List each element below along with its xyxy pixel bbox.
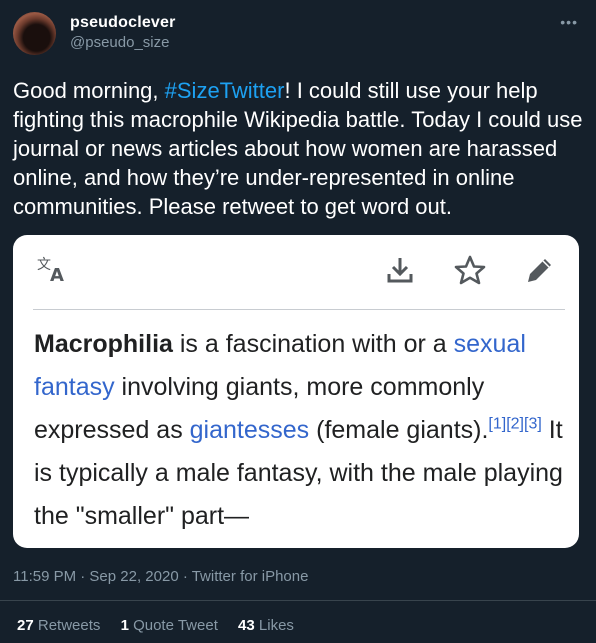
svg-text:A: A [50, 265, 64, 285]
more-horizontal-icon: ••• [560, 14, 578, 30]
tweet-text-segment: Good morning, [13, 78, 165, 103]
edit-pencil-icon[interactable] [523, 253, 557, 287]
tweet-stats: 27 Retweets 1 Quote Tweet 43 Likes [17, 617, 310, 634]
wiki-toolbar: 文 A [33, 253, 565, 287]
more-options-button[interactable]: ••• [560, 14, 578, 30]
author-display-name[interactable]: pseudoclever [70, 14, 176, 32]
likes-count: 43 [238, 617, 255, 634]
quote-tweets-label: Quote Tweet [133, 617, 218, 634]
stats-divider [0, 600, 596, 601]
article-term: Macrophilia [34, 330, 173, 358]
svg-text:文: 文 [37, 257, 51, 273]
retweets-label: Retweets [37, 617, 101, 634]
quote-tweets-stat[interactable]: 1 Quote Tweet [121, 617, 218, 634]
likes-label: Likes [258, 617, 294, 634]
hashtag-link[interactable]: #SizeTwitter [165, 78, 285, 103]
download-icon[interactable] [383, 253, 417, 287]
attached-image-card[interactable]: 文 A Macrophilia is a fascination with or… [13, 235, 579, 548]
tweet-text: Good morning, #SizeTwitter! I could stil… [13, 76, 583, 221]
wiki-link-giantesses[interactable]: giantesses [190, 416, 310, 444]
article-text-segment: (female giants). [309, 416, 489, 444]
translate-icon[interactable]: 文 A [33, 253, 73, 287]
author-handle[interactable]: @pseudo_size [70, 34, 169, 51]
likes-stat[interactable]: 43 Likes [238, 617, 294, 634]
avatar[interactable] [13, 12, 56, 55]
retweets-count: 27 [17, 617, 34, 634]
wiki-article-text: Macrophilia is a fascination with or a s… [34, 323, 564, 538]
citation-links[interactable]: [1][2][3] [488, 416, 541, 433]
quote-tweets-count: 1 [120, 617, 129, 634]
tweet-timestamp[interactable]: 11:59 PM · Sep 22, 2020 · Twitter for iP… [13, 568, 308, 585]
retweets-stat[interactable]: 27 Retweets [17, 617, 100, 634]
toolbar-divider [33, 309, 565, 310]
star-icon[interactable] [453, 253, 487, 287]
article-text-segment: is a fascination with or a [172, 330, 454, 358]
